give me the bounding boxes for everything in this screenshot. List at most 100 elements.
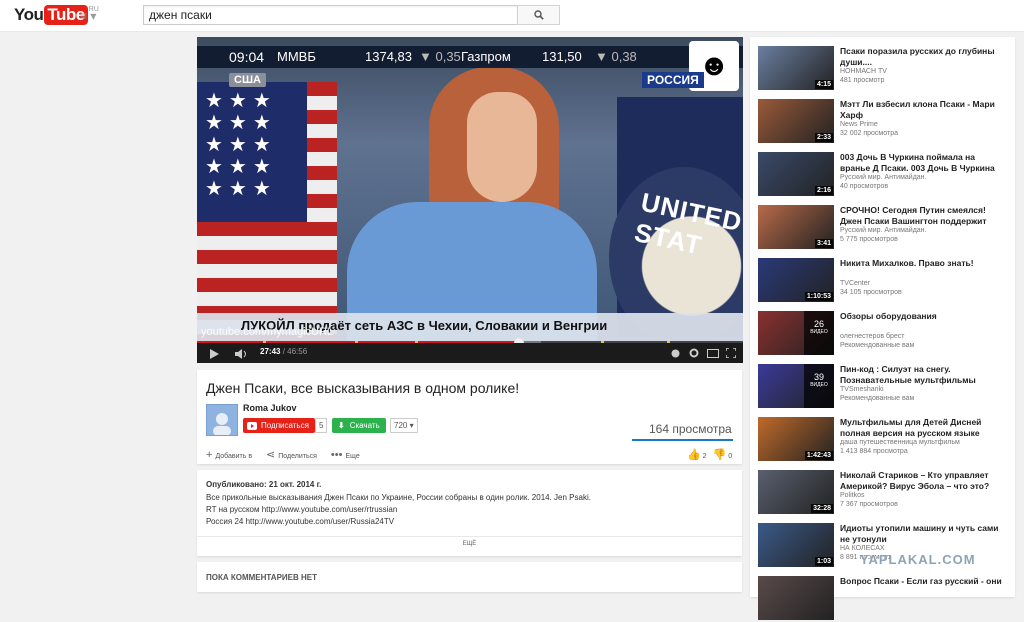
video-thumbnail[interactable]: 1:42:43: [758, 417, 834, 461]
video-thumbnail[interactable]: 39 ВИДЕО: [758, 364, 834, 408]
ticker-company: Газпром: [461, 49, 511, 64]
channel-avatar[interactable]: [206, 404, 238, 436]
description-panel: Опубликовано: 21 окт. 2014 г. Все прикол…: [197, 470, 742, 556]
view-count: 164 просмотра: [649, 422, 732, 436]
download-label: Скачать: [349, 421, 380, 430]
video-player[interactable]: ★★★★★★★★★★★★★★★ UNITED STAT 09:04 ММВБ 1…: [197, 37, 743, 363]
subscriber-count: 5: [315, 418, 328, 433]
share-button[interactable]: ⋖ Поделиться: [266, 448, 317, 461]
like-button[interactable]: 👍 2: [687, 448, 707, 461]
related-video-item[interactable]: 2:33 Мэтт Ли взбесил клона Псаки - Мари Х…: [758, 99, 1008, 145]
video-thumbnail[interactable]: 26 ВИДЕО: [758, 311, 834, 355]
download-icon: ⬇: [338, 421, 345, 430]
related-video-item[interactable]: Вопрос Псаки - Если газ русский - они: [758, 576, 1008, 622]
related-title[interactable]: 003 Дочь В Чуркина поймала на вранье Д П…: [840, 152, 1002, 174]
subscribe-button[interactable]: Подписаться: [243, 418, 315, 433]
related-title[interactable]: Мэтт Ли взбесил клона Псаки - Мари Харф: [840, 99, 1002, 121]
volume-icon[interactable]: [235, 349, 248, 359]
related-views: 481 просмотр: [840, 77, 885, 84]
video-thumbnail[interactable]: 32:28: [758, 470, 834, 514]
search-icon: [533, 10, 544, 20]
no-comments-label: ПОКА КОММЕНТАРИЕВ НЕТ: [206, 573, 317, 582]
more-button[interactable]: ••• Еще: [331, 449, 360, 461]
add-to-button[interactable]: + Добавить в: [206, 449, 252, 461]
settings-icon[interactable]: [689, 348, 699, 358]
download-button[interactable]: ⬇ Скачать: [332, 418, 386, 433]
duration-badge: 32:28: [811, 504, 833, 513]
related-title[interactable]: Вопрос Псаки - Если газ русский - они: [840, 576, 1002, 587]
search-input[interactable]: [143, 5, 518, 25]
site-watermark: YAPLAKAL.COM: [860, 552, 976, 567]
video-thumbnail[interactable]: 1:10:53: [758, 258, 834, 302]
video-thumbnail[interactable]: 1:03: [758, 523, 834, 567]
annotations-icon[interactable]: [671, 349, 680, 358]
like-ratio-bar: [632, 439, 733, 441]
thumbs-up-icon: 👍: [687, 449, 701, 461]
description-link-russia24[interactable]: Россия 24 http://www.youtube.com/user/Ru…: [206, 517, 394, 526]
related-title[interactable]: Николай Стариков – Кто управляет Америко…: [840, 470, 1002, 492]
related-video-item[interactable]: 26 ВИДЕО Обзоры оборудования олегнестеров б…: [758, 311, 1008, 357]
show-more-button[interactable]: ЕЩЁ: [197, 541, 742, 547]
video-thumbnail[interactable]: 4:15: [758, 46, 834, 90]
related-title[interactable]: Обзоры оборудования: [840, 311, 1002, 322]
related-channel: олегнестеров брест: [840, 333, 905, 340]
duration-badge: 1:42:43: [804, 451, 833, 460]
duration-badge: 2:33: [814, 133, 833, 142]
video-thumbnail[interactable]: 3:41: [758, 205, 834, 249]
related-channel: TVCenter: [840, 280, 870, 287]
theater-mode-icon[interactable]: [707, 349, 719, 358]
download-quality-select[interactable]: 720 ▾: [390, 418, 418, 433]
related-title[interactable]: Псаки поразила русских до глубины души..…: [840, 46, 1002, 68]
related-title[interactable]: СРОЧНО! Сегодня Путин смеялся! Джен Псак…: [840, 205, 1002, 227]
logo-you: You: [14, 5, 44, 24]
related-video-item[interactable]: 39 ВИДЕО Пин-код : Силуэт на снегу. Познав…: [758, 364, 1008, 410]
country-badge: США: [229, 73, 266, 87]
related-views: 40 просмотров: [840, 183, 889, 190]
news-ticker: 09:04 ММВБ 1374,83 ▼ 0,35 Газпром 131,50…: [197, 46, 743, 68]
ticker-change: ▼ 0,35: [419, 49, 461, 64]
video-thumbnail[interactable]: [758, 576, 834, 620]
more-dots-icon: •••: [330, 448, 343, 461]
channel-badge: РОССИЯ: [642, 72, 704, 88]
dislike-button[interactable]: 👎 0: [713, 448, 733, 461]
related-video-item[interactable]: 1:10:53 Никита Михалков. Право знать! TVCe…: [758, 258, 1008, 304]
thumbs-down-icon: 👎: [712, 449, 727, 461]
channel-name[interactable]: Roma Jukov: [243, 403, 297, 413]
duration-badge: 1:03: [814, 557, 833, 566]
duration-badge: 4:15: [814, 80, 833, 89]
video-title: Джен Псаки, все высказывания в одном рол…: [206, 380, 520, 396]
ticker-exchange: ММВБ: [277, 49, 316, 64]
guide-menu-icon[interactable]: ≡ ▾: [80, 10, 96, 22]
related-channel: TVSmeshariki: [840, 386, 884, 393]
related-video-item[interactable]: 32:28 Николай Стариков – Кто управляет Ам…: [758, 470, 1008, 516]
related-video-item[interactable]: 2:16 003 Дочь В Чуркина поймала на вранье…: [758, 152, 1008, 198]
description-line: Все прикольные высказывания Джен Псаки п…: [206, 493, 591, 502]
plus-icon: +: [206, 448, 213, 461]
duration-badge: 1:10:53: [804, 292, 833, 301]
related-title[interactable]: Никита Михалков. Право знать!: [840, 258, 1002, 269]
playlist-overlay: 39 ВИДЕО: [804, 364, 834, 408]
search-button[interactable]: [517, 5, 560, 25]
play-icon[interactable]: [210, 349, 219, 359]
related-views: 1 413 884 просмотра: [840, 448, 908, 455]
related-title[interactable]: Мультфильмы для Детей Дисней полная верс…: [840, 417, 1002, 439]
related-views: 34 105 просмотров: [840, 289, 902, 296]
fullscreen-icon[interactable]: [726, 348, 736, 358]
player-controls: 27:43 / 46:56: [197, 343, 743, 363]
related-video-item[interactable]: 1:42:43 Мультфильмы для Детей Дисней полн…: [758, 417, 1008, 463]
related-channel: Русский мир. Антимайдан.: [840, 174, 927, 181]
publish-date: Опубликовано: 21 окт. 2014 г.: [206, 480, 322, 489]
video-thumbnail[interactable]: 2:33: [758, 99, 834, 143]
related-title[interactable]: Идиоты утопили машину и чуть сами не уто…: [840, 523, 1002, 545]
related-video-item[interactable]: 4:15 Псаки поразила русских до глубины ду…: [758, 46, 1008, 92]
description-link-rt[interactable]: RT на русском http://www.youtube.com/use…: [206, 505, 397, 514]
related-video-item[interactable]: 3:41 СРОЧНО! Сегодня Путин смеялся! Джен …: [758, 205, 1008, 251]
related-channel: Politkos: [840, 492, 865, 499]
related-views: 7 367 просмотров: [840, 501, 898, 508]
youtube-play-icon: [247, 421, 257, 430]
video-frame[interactable]: ★★★★★★★★★★★★★★★ UNITED STAT 09:04 ММВБ 1…: [197, 37, 743, 343]
us-flag: ★★★★★★★★★★★★★★★: [197, 82, 337, 343]
video-thumbnail[interactable]: 2:16: [758, 152, 834, 196]
ticker-value: 1374,83: [365, 49, 412, 64]
related-title[interactable]: Пин-код : Силуэт на снегу. Познавательны…: [840, 364, 1002, 386]
